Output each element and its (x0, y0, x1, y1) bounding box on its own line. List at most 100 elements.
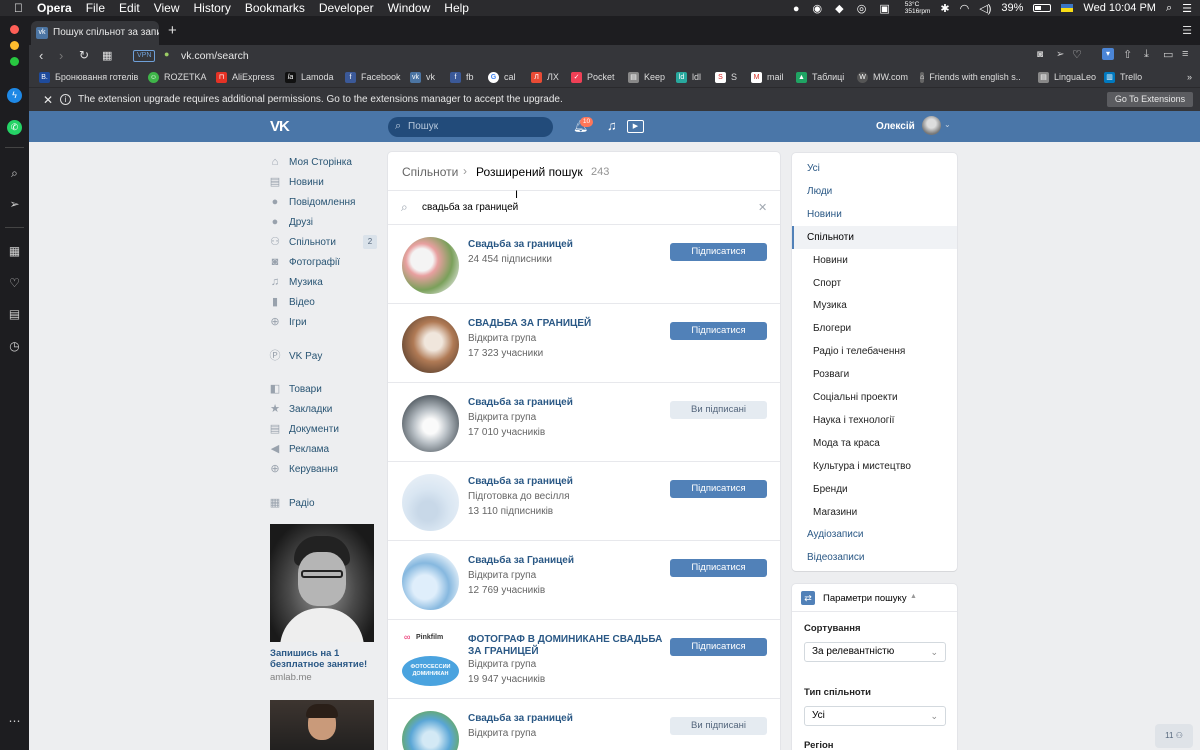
menu-view[interactable]: View (154, 0, 180, 16)
subscribe-button[interactable]: Підписатися (670, 559, 767, 577)
sort-select[interactable]: За релевантністю ⌄ (804, 642, 946, 662)
volume-icon[interactable]: ◁) (979, 2, 991, 15)
nav-item-3[interactable]: ◀ Реклама (269, 440, 329, 458)
nav-item-3[interactable]: ● Друзі (269, 213, 313, 231)
ad-domain[interactable]: amlab.me (270, 672, 374, 683)
extension-icon[interactable]: ▾ (1102, 48, 1114, 60)
menu-help[interactable]: Help (444, 0, 469, 16)
wallet-icon[interactable]: ▭ (1163, 48, 1173, 61)
filter-nav-item[interactable]: Наука і технології (792, 409, 957, 432)
news-icon[interactable]: ▤ (7, 307, 22, 322)
nav-item-0[interactable]: ⌂ Моя Сторінка (269, 153, 352, 171)
tabs-grid-icon[interactable]: ▦ (102, 49, 112, 62)
filter-nav-item[interactable]: Аудіозаписи (792, 523, 957, 546)
send-icon[interactable]: ➢ (1056, 49, 1064, 60)
heart-icon[interactable]: ♡ (1072, 48, 1082, 61)
bookmark-mw[interactable]: W MW.com (857, 71, 908, 83)
search-input[interactable]: Пошук (408, 121, 438, 132)
go-to-extensions-button[interactable]: Go To Extensions (1107, 92, 1193, 107)
subscribe-button[interactable]: Підписатися (670, 638, 767, 656)
filter-nav-item[interactable]: Новини (792, 249, 957, 272)
nav-item-0[interactable]: ▦ Радіо (269, 494, 315, 512)
params-header[interactable]: ⇄ Параметри пошуку ▲ (792, 584, 957, 612)
bookmark-facebook[interactable]: f Facebook (345, 71, 401, 83)
community-name[interactable]: Свадьба за границей (468, 397, 663, 409)
breadcrumb-parent[interactable]: Спільноти (402, 165, 458, 179)
menu-developer[interactable]: Developer (319, 0, 374, 16)
send-icon[interactable]: ➢ (7, 197, 22, 212)
url-field[interactable]: vk.com/search (181, 50, 249, 62)
filter-nav-item[interactable]: Люди (792, 180, 957, 203)
community-name[interactable]: Свадьба за границей (468, 476, 663, 488)
community-avatar[interactable] (402, 474, 459, 531)
vpn-badge[interactable]: VPN (133, 50, 156, 62)
settings-icon[interactable]: ≡ (1182, 48, 1188, 60)
nav-item-1[interactable]: ★ Закладки (269, 400, 332, 418)
spotlight-icon[interactable]: ⌕ (1166, 2, 1172, 15)
bookmark-sheets[interactable]: ▲ Таблиці (796, 71, 844, 83)
ad-image[interactable] (270, 700, 374, 750)
menu-history[interactable]: History (194, 0, 231, 16)
messenger-icon[interactable]: ϟ (7, 88, 22, 103)
battery-percent[interactable]: 39% (1001, 2, 1023, 14)
bookmark-vk[interactable]: vk vk (410, 71, 435, 83)
community-avatar[interactable] (402, 395, 459, 452)
close-icon[interactable]: ✕ (43, 93, 53, 107)
nav-item-2[interactable]: ● Повідомлення (269, 193, 356, 211)
filter-nav-item[interactable]: Магазини (792, 501, 957, 524)
clear-search-icon[interactable]: ✕ (758, 201, 767, 214)
tab-vk-search[interactable]: vk Пошук спільнот за запитом (31, 21, 159, 45)
window-close-button[interactable] (10, 25, 19, 34)
filter-nav-item[interactable]: Блогери (792, 317, 957, 340)
filter-nav-item[interactable]: Мода та краса (792, 432, 957, 455)
history-icon[interactable]: ◷ (7, 339, 22, 354)
ad-title[interactable]: Запишись на 1 безплатное занятие! (270, 648, 374, 670)
wifi-icon[interactable]: ◠ (960, 2, 970, 15)
bookmark-booking[interactable]: B. Бронювання готелів (39, 71, 138, 83)
speed-dial-icon[interactable]: ▦ (7, 244, 22, 259)
bookmark-keep[interactable]: ▤ Keep (628, 71, 665, 83)
bookmark-lingualeo[interactable]: ▤ LinguaLeo (1038, 71, 1096, 83)
search-query-input[interactable]: свадьба за границей (422, 202, 518, 213)
nav-item-4[interactable]: ⊕ Керування (269, 460, 338, 478)
menu-bookmarks[interactable]: Bookmarks (245, 0, 305, 16)
subscribe-button[interactable]: Підписатися (670, 322, 767, 340)
music-icon[interactable]: ♫ (607, 118, 617, 133)
menu-window[interactable]: Window (388, 0, 431, 16)
bookmark-friends[interactable]: ⌂ Friends with english s... (920, 71, 1020, 83)
menu-file[interactable]: File (86, 0, 105, 16)
community-avatar[interactable] (402, 316, 459, 373)
community-name[interactable]: Свадьба за границей (468, 713, 663, 725)
nav-item-2[interactable]: ▤ Документи (269, 420, 339, 438)
nav-item-0[interactable]: Ⓟ VK Pay (269, 347, 323, 365)
nav-item-4[interactable]: ⚇ Спільноти 2 (269, 233, 377, 251)
reload-icon[interactable]: ↻ (79, 48, 89, 62)
community-avatar[interactable]: Pinkfilm ∞ ФОТОСЕССИИ ДОМИНИКАН (402, 632, 459, 689)
filter-nav-item[interactable]: Новини (792, 203, 957, 226)
community-avatar[interactable] (402, 711, 459, 750)
nav-item-0[interactable]: ◧ Товари (269, 380, 322, 398)
menu-edit[interactable]: Edit (119, 0, 140, 16)
vk-logo-icon[interactable]: VK (270, 118, 290, 135)
nav-item-6[interactable]: ♫ Музика (269, 273, 323, 291)
subscribed-button[interactable]: Ви підписані (670, 717, 767, 735)
tab-menu-icon[interactable]: ☰ (1182, 24, 1192, 37)
bookmark-cal[interactable]: Gcal (488, 71, 516, 83)
ad-image[interactable] (270, 524, 374, 642)
nav-item-5[interactable]: ◙ Фотографії (269, 253, 340, 271)
more-icon[interactable]: ⋯ (7, 714, 22, 729)
window-minimize-button[interactable] (10, 41, 19, 50)
subscribed-button[interactable]: Ви підписані (670, 401, 767, 419)
subscribe-button[interactable]: Підписатися (670, 243, 767, 261)
clock[interactable]: Wed 10:04 PM (1083, 2, 1156, 14)
nav-item-8[interactable]: ⊕ Ігри (269, 313, 306, 331)
bookmark-lamoda[interactable]: la Lamoda (285, 71, 334, 83)
bluetooth-icon[interactable]: ✱ (940, 2, 949, 15)
ad-block[interactable]: Запишись на 1 безплатное занятие! amlab.… (270, 524, 374, 683)
bookmark-s[interactable]: SS (715, 71, 737, 83)
status-icons[interactable]: ● ◉ ◆ ◎ ▣ (793, 2, 895, 15)
flag-icon[interactable] (1061, 4, 1074, 12)
community-name[interactable]: Свадьба за границей (468, 239, 663, 251)
filter-nav-item[interactable]: Розваги (792, 363, 957, 386)
forward-icon[interactable]: › (59, 48, 63, 63)
